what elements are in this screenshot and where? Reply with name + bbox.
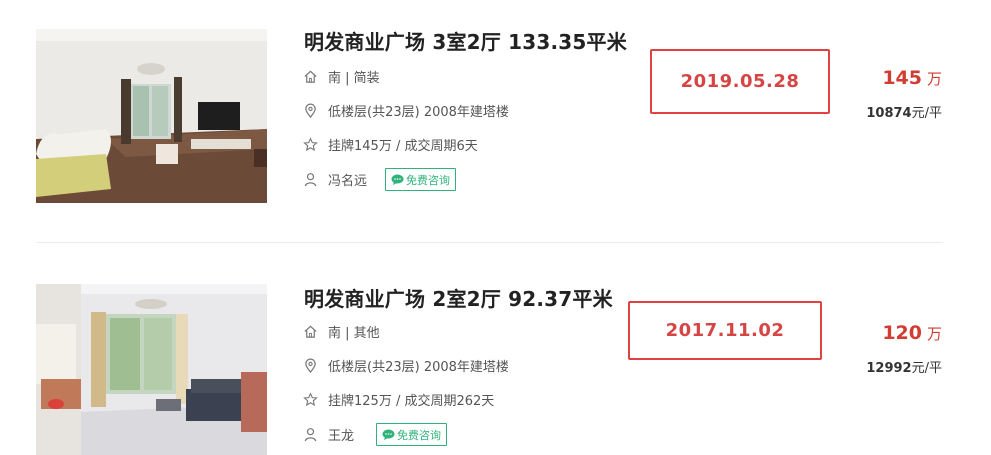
location-pin-icon [302,103,318,119]
chat-bubble-icon [391,174,404,185]
floor-info-row: 低楼层(共23层) 2008年建塔楼 [302,101,509,120]
listing-info-row: 挂牌125万 / 成交周期262天 [302,390,494,409]
deal-date-highlight: 2019.05.28 [650,49,830,114]
agent-row: 王龙 免费咨询 [302,423,448,446]
deal-date: 2017.11.02 [665,320,785,341]
listing-info-text: 挂牌145万 / 成交周期6天 [328,139,478,154]
unit-price-value: 10874 [866,106,912,121]
free-consult-label: 免费咨询 [397,428,442,442]
total-price: 145 万 [882,67,942,89]
unit-price: 10874元/平 [866,102,942,121]
unit-price-unit: 元/平 [911,361,942,376]
total-price-unit: 万 [926,325,942,343]
total-price-unit: 万 [926,70,942,88]
agent-name[interactable]: 冯名远 [328,170,367,189]
unit-price-unit: 元/平 [911,106,942,121]
agent-row: 冯名远 免费咨询 [302,168,457,191]
free-consult-button[interactable]: 免费咨询 [385,168,457,191]
total-price-value: 145 [882,67,922,89]
total-price: 120 万 [882,322,942,344]
listing-card: 明发商业广场 3室2厅 133.35平米 南 | 简装 低楼层(共23层) 20… [0,0,991,203]
agent-name[interactable]: 王龙 [328,425,354,444]
orientation-decoration-text: 南 | 简装 [328,71,380,86]
floor-info-text: 低楼层(共23层) 2008年建塔楼 [328,360,509,375]
house-icon [302,69,318,85]
house-icon [302,324,318,340]
orientation-decoration-text: 南 | 其他 [328,326,380,341]
listing-photo[interactable] [36,284,267,455]
listing-card: 明发商业广场 2室2厅 92.37平米 南 | 其他 低楼层(共23层) 200… [0,255,991,455]
user-icon [302,172,318,188]
orientation-decoration-row: 南 | 简装 [302,67,380,86]
unit-price: 12992元/平 [866,357,942,376]
location-pin-icon [302,358,318,374]
deal-date: 2019.05.28 [680,71,800,92]
total-price-value: 120 [882,322,922,344]
floor-info-row: 低楼层(共23层) 2008年建塔楼 [302,356,509,375]
chat-bubble-icon [382,429,395,440]
listing-title[interactable]: 明发商业广场 2室2厅 92.37平米 [304,283,613,312]
listing-photo[interactable] [36,29,267,203]
free-consult-button[interactable]: 免费咨询 [376,423,448,446]
listing-title[interactable]: 明发商业广场 3室2厅 133.35平米 [304,26,627,55]
floor-info-text: 低楼层(共23层) 2008年建塔楼 [328,105,509,120]
listing-info-text: 挂牌125万 / 成交周期262天 [328,394,495,409]
star-icon [302,392,318,408]
listing-divider [36,242,943,243]
deal-date-highlight: 2017.11.02 [628,301,822,360]
free-consult-label: 免费咨询 [406,173,451,187]
unit-price-value: 12992 [866,361,912,376]
orientation-decoration-row: 南 | 其他 [302,322,380,341]
star-icon [302,137,318,153]
listing-info-row: 挂牌145万 / 成交周期6天 [302,135,478,154]
user-icon [302,427,318,443]
